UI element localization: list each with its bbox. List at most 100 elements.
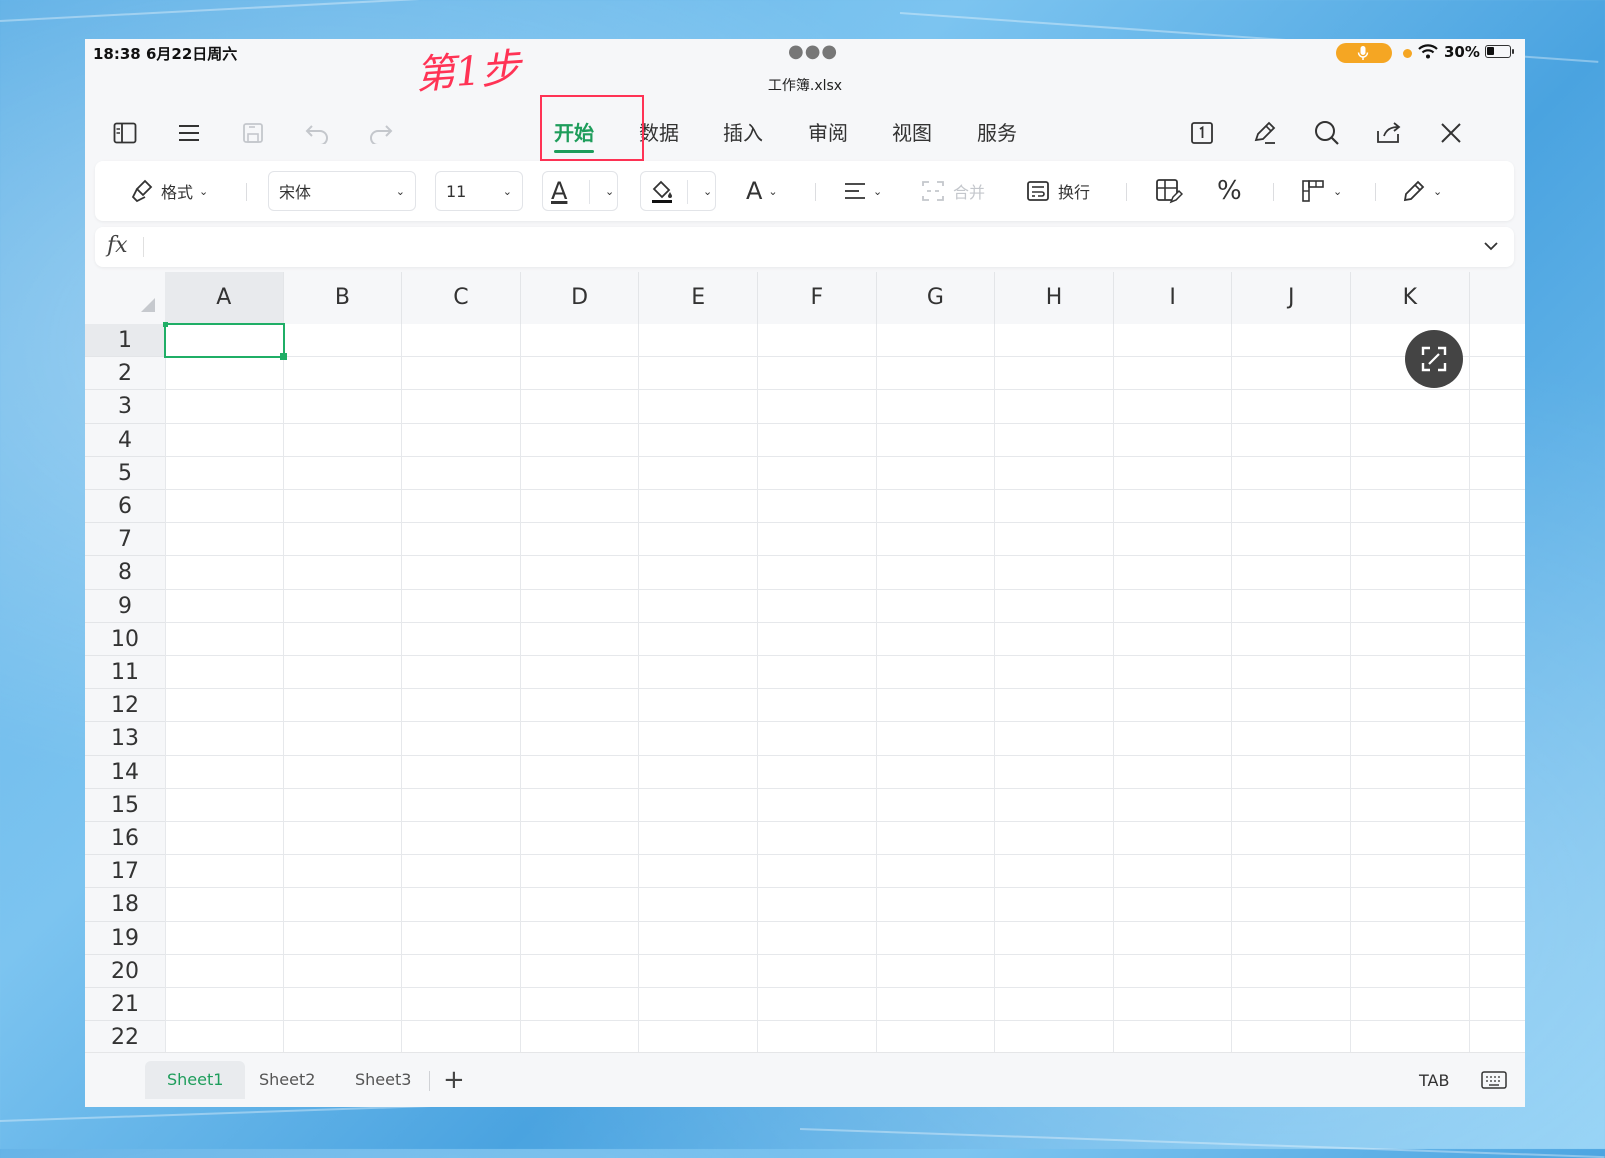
expand-formula-chevron-icon[interactable] [1482, 237, 1500, 255]
font-name-value: 宋体 [279, 183, 312, 202]
grid-line [165, 455, 1525, 457]
menu-icon[interactable] [171, 115, 207, 151]
chevron-down-icon: ⌄ [1333, 184, 1343, 198]
column-header-c[interactable]: C [402, 272, 521, 324]
wrap-text-label: 换行 [1058, 183, 1091, 202]
row-header-19[interactable]: 19 [85, 922, 165, 955]
font-style-button[interactable]: A ⌄ [746, 171, 778, 211]
font-style-icon: A [746, 177, 763, 205]
align-button[interactable]: ⌄ [843, 171, 882, 211]
column-header-k[interactable]: K [1351, 272, 1470, 324]
redo-icon[interactable] [363, 115, 399, 151]
column-header-a[interactable]: A [165, 272, 284, 324]
edit-tools-button[interactable]: ⌄ [1401, 171, 1442, 211]
tab-insert[interactable]: 插入 [723, 117, 763, 146]
sheet-tab-2[interactable]: Sheet2 [237, 1061, 337, 1099]
row-header-4[interactable]: 4 [85, 424, 165, 457]
cell-style-button[interactable] [1155, 171, 1183, 211]
column-header-e[interactable]: E [639, 272, 758, 324]
fx-icon[interactable]: fx [107, 233, 128, 258]
font-color-button[interactable]: A ⌄ [542, 171, 618, 211]
row-header-1[interactable]: 1 [85, 324, 165, 358]
grid-line [165, 854, 1525, 856]
keyboard-icon[interactable] [1481, 1071, 1507, 1089]
table-edit-icon [1156, 179, 1183, 204]
row-header-12[interactable]: 12 [85, 689, 165, 723]
add-sheet-icon[interactable]: + [443, 1065, 465, 1095]
number-format-button[interactable]: % [1217, 171, 1242, 211]
column-header-b[interactable]: B [284, 272, 403, 324]
undo-icon[interactable] [299, 115, 335, 151]
microphone-icon [1357, 46, 1369, 60]
expand-icon [1421, 346, 1447, 372]
row-header-7[interactable]: 7 [85, 523, 165, 557]
top-toolbar: 开始 数据 插入 审阅 视图 服务 [85, 101, 1525, 165]
page-count-icon[interactable] [1184, 115, 1220, 151]
tab-review[interactable]: 审阅 [808, 117, 848, 146]
tab-key-button[interactable]: TAB [1419, 1071, 1449, 1090]
column-header-f[interactable]: F [758, 272, 877, 324]
save-icon[interactable] [235, 115, 271, 151]
font-name-select[interactable]: 宋体 ⌄ [268, 171, 416, 211]
fill-color-button[interactable]: ⌄ [640, 171, 716, 211]
row-header-10[interactable]: 10 [85, 623, 165, 656]
row-header-11[interactable]: 11 [85, 656, 165, 690]
column-header-i[interactable]: I [1114, 272, 1233, 324]
divider [815, 183, 816, 201]
tab-service[interactable]: 服务 [977, 117, 1017, 146]
share-icon[interactable] [1371, 115, 1407, 151]
align-icon [845, 183, 865, 199]
ribbon-toolbar: 格式 ⌄ 宋体 ⌄ 11 ⌄ A ⌄ ⌄ A ⌄ ⌄ 合并 换行 % ⌄ ⌄ [95, 161, 1514, 221]
format-brush-icon [131, 179, 153, 203]
chevron-down-icon[interactable]: ⌄ [703, 185, 712, 198]
conditional-format-button[interactable]: ⌄ [1301, 171, 1342, 211]
row-header-6[interactable]: 6 [85, 490, 165, 524]
row-header-8[interactable]: 8 [85, 556, 165, 590]
format-label: 格式 [161, 183, 194, 202]
row-header-18[interactable]: 18 [85, 888, 165, 922]
column-header-g[interactable]: G [877, 272, 996, 324]
merge-button[interactable]: 合并 [921, 171, 985, 211]
sidebar-toggle-icon[interactable] [107, 115, 143, 151]
selected-cell[interactable] [164, 323, 285, 359]
wrap-text-button[interactable]: 换行 [1026, 171, 1090, 211]
grid-line [165, 489, 1525, 490]
row-header-15[interactable]: 15 [85, 789, 165, 822]
chevron-down-icon[interactable]: ⌄ [605, 185, 614, 198]
divider [1273, 183, 1274, 201]
font-size-select[interactable]: 11 ⌄ [435, 171, 523, 211]
row-header-22[interactable]: 22 [85, 1021, 165, 1052]
multitask-dots-icon[interactable]: ●●● [788, 41, 838, 62]
spreadsheet-grid[interactable]: A B C D E F G H I J K 1 2 3 4 5 6 7 8 9 10 11 12 13 14 15 16 17 18 19… [85, 272, 1525, 1052]
row-header-21[interactable]: 21 [85, 988, 165, 1022]
format-painter-button[interactable]: 格式 ⌄ [131, 171, 208, 211]
tab-data[interactable]: 数据 [639, 117, 679, 146]
column-header-h[interactable]: H [995, 272, 1114, 324]
search-icon[interactable] [1309, 115, 1345, 151]
selection-anchor-handle[interactable] [163, 322, 168, 327]
close-icon[interactable] [1433, 115, 1469, 151]
select-all-corner[interactable] [141, 298, 155, 312]
pen-icon[interactable] [1247, 115, 1283, 151]
row-header-3[interactable]: 3 [85, 390, 165, 424]
row-header-9[interactable]: 9 [85, 590, 165, 623]
row-header-13[interactable]: 13 [85, 722, 165, 756]
fullscreen-button[interactable] [1405, 330, 1463, 388]
tab-view[interactable]: 视图 [892, 117, 932, 146]
row-header-20[interactable]: 20 [85, 955, 165, 988]
file-name: 工作簿.xlsx [767, 78, 843, 94]
row-header-16[interactable]: 16 [85, 822, 165, 856]
grid-line [165, 588, 1525, 590]
row-header-14[interactable]: 14 [85, 756, 165, 789]
grid-line [165, 721, 1525, 723]
row-header-2[interactable]: 2 [85, 357, 165, 391]
row-header-5[interactable]: 5 [85, 457, 165, 490]
sheet-tab-3[interactable]: Sheet3 [333, 1061, 433, 1099]
grid-line [165, 920, 1525, 922]
grid-line [165, 655, 1525, 656]
column-header-j[interactable]: J [1232, 272, 1351, 324]
column-header-d[interactable]: D [521, 272, 640, 324]
fill-handle[interactable] [279, 353, 287, 361]
row-header-17[interactable]: 17 [85, 855, 165, 889]
sheet-tab-1[interactable]: Sheet1 [145, 1061, 246, 1099]
